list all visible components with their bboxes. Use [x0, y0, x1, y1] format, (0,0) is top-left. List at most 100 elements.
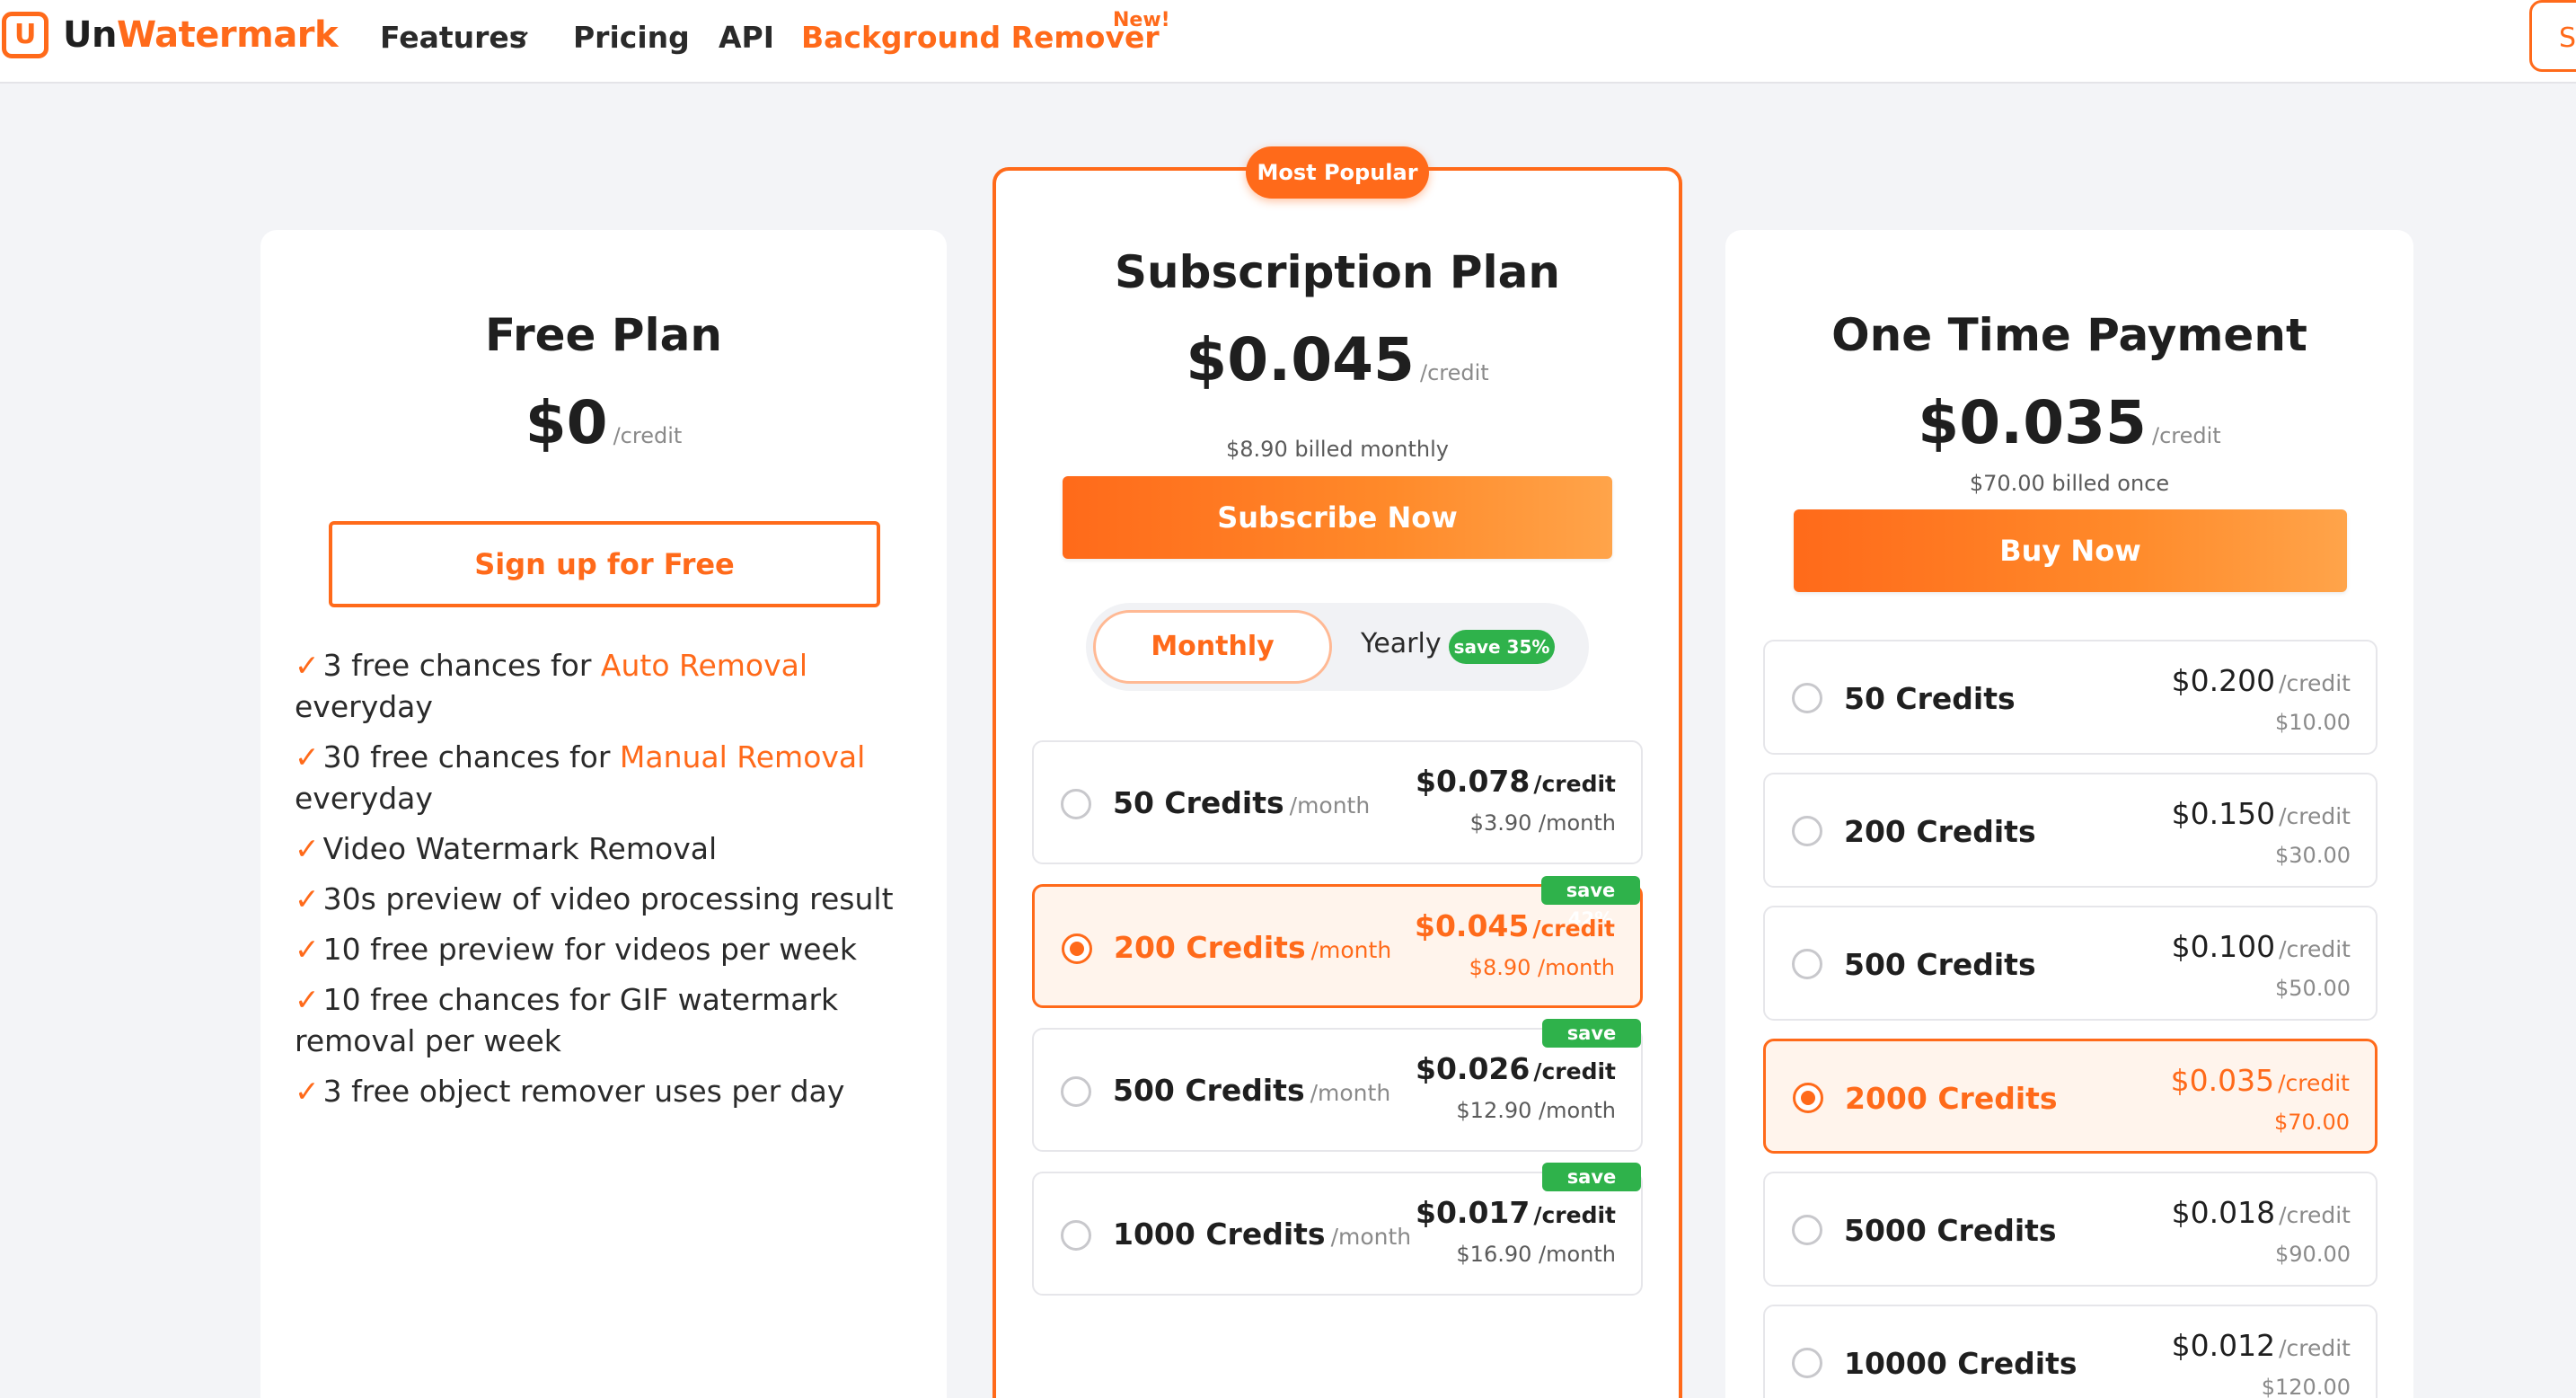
option-period: /month [1310, 1080, 1391, 1106]
feature-link-manual-removal[interactable]: Manual Removal [620, 739, 865, 774]
option-price: $0.078/credit [1416, 764, 1616, 799]
option-price-value: $0.012 [2171, 1328, 2276, 1363]
option-total: $70.00 [2274, 1110, 2350, 1135]
nav-features[interactable]: Features [380, 20, 526, 55]
option-credits: 50 Credits [1844, 681, 2016, 716]
option-price-unit: /credit [1533, 1202, 1616, 1228]
brand-name[interactable]: UnWatermark [63, 14, 339, 56]
free-plan-price: $0/credit [260, 388, 947, 457]
option-credits-text: 1000 Credits [1113, 1217, 1326, 1252]
option-monthly-total: $3.90 /month [1469, 810, 1616, 836]
subscription-option-50[interactable]: 50 Credits/month $0.078/credit $3.90 /mo… [1032, 740, 1643, 864]
option-period: /month [1330, 1224, 1412, 1250]
option-credits: 1000 Credits/month [1113, 1217, 1411, 1252]
subscription-plan-price: $0.045/credit [994, 325, 1681, 394]
feature-text: Video Watermark Removal [322, 831, 718, 866]
option-total: $50.00 [2275, 976, 2351, 1001]
feature-text: 10 free chances for GIF watermark remova… [295, 982, 839, 1058]
feature-item: ✓ 3 free chances for Auto Removal everyda… [295, 645, 923, 728]
chevron-down-icon[interactable] [509, 31, 529, 43]
subscription-price-value: $0.045 [1186, 325, 1415, 394]
option-credits: 200 Credits [1844, 814, 2036, 849]
radio-button[interactable] [1061, 789, 1091, 819]
option-monthly-total: $12.90 /month [1456, 1098, 1616, 1123]
option-credits-text: 200 Credits [1114, 930, 1306, 965]
one-time-option-200[interactable]: 200 Credits $0.150/credit $30.00 [1763, 773, 2378, 888]
subscription-option-1000[interactable]: save 78% 1000 Credits/month $0.017/credi… [1032, 1163, 1643, 1296]
check-icon: ✓ [295, 1074, 320, 1109]
feature-item: ✓ 10 free chances for GIF watermark remov… [295, 979, 923, 1062]
feature-link-auto-removal[interactable]: Auto Removal [601, 648, 807, 683]
subscription-price-unit: /credit [1419, 360, 1489, 385]
feature-text: 30 free chances for [322, 739, 620, 774]
nav-background-remover[interactable]: Background Remover [801, 20, 1160, 55]
option-price-value: $0.035 [2170, 1063, 2275, 1098]
option-price: $0.150/credit [2172, 796, 2351, 831]
top-navbar: U UnWatermark Features Pricing API Backg… [0, 0, 2576, 84]
option-price-unit: /credit [1533, 1058, 1616, 1084]
option-monthly-total: $8.90 /month [1469, 955, 1615, 980]
nav-api[interactable]: API [719, 20, 774, 55]
radio-button[interactable] [1792, 1348, 1822, 1378]
free-plan-price-value: $0 [525, 388, 608, 457]
header-cta-label: S [2559, 22, 2576, 54]
one-time-option-50[interactable]: 50 Credits $0.200/credit $10.00 [1763, 640, 2378, 755]
subscribe-now-button[interactable]: Subscribe Now [1063, 476, 1612, 559]
one-time-option-10000[interactable]: 10000 Credits $0.012/credit $120.00 [1763, 1305, 2378, 1398]
feature-text: 30s preview of video processing result [322, 881, 894, 916]
toggle-yearly[interactable]: Yearly [1361, 628, 1442, 659]
radio-button[interactable] [1792, 683, 1822, 713]
radio-button[interactable] [1792, 816, 1822, 846]
option-price-unit: /credit [2279, 670, 2351, 696]
feature-text: everyday [295, 689, 433, 724]
option-period: /month [1289, 792, 1371, 818]
feature-item: ✓ 3 free object remover uses per day [295, 1071, 923, 1112]
option-credits: 200 Credits/month [1114, 930, 1391, 965]
billing-period-toggle: Monthly Yearly save 35% [1086, 603, 1589, 691]
one-time-price-unit: /credit [2151, 423, 2221, 448]
subscription-option-200[interactable]: save 42% 200 Credits/month $0.045/credit… [1032, 876, 1643, 1008]
option-price-unit: /credit [2279, 1202, 2351, 1228]
option-price-unit: /credit [1532, 916, 1615, 942]
option-price-unit: /credit [2279, 936, 2351, 962]
option-price: $0.200/credit [2172, 663, 2351, 698]
option-price-value: $0.018 [2171, 1195, 2276, 1230]
free-plan-features: ✓ 3 free chances for Auto Removal everyda… [295, 645, 923, 1121]
option-credits: 500 Credits [1844, 947, 2036, 982]
sign-up-free-button[interactable]: Sign up for Free [329, 521, 880, 607]
logo-icon[interactable]: U [2, 12, 49, 58]
feature-item: ✓ 30s preview of video processing result [295, 879, 923, 920]
check-icon: ✓ [295, 648, 320, 683]
one-time-option-500[interactable]: 500 Credits $0.100/credit $50.00 [1763, 906, 2378, 1021]
option-monthly-total: $16.90 /month [1456, 1242, 1616, 1267]
option-price-unit: /credit [2278, 1070, 2350, 1096]
one-time-option-2000[interactable]: 2000 Credits $0.035/credit $70.00 [1763, 1039, 2378, 1154]
option-price-value: $0.100 [2171, 929, 2276, 964]
option-price-unit: /credit [2279, 1335, 2351, 1361]
buy-now-button[interactable]: Buy Now [1794, 509, 2347, 592]
radio-button[interactable] [1061, 1076, 1091, 1107]
new-badge: New! [1113, 9, 1170, 31]
feature-item: ✓ Video Watermark Removal [295, 828, 923, 870]
nav-pricing[interactable]: Pricing [573, 20, 690, 55]
option-price: $0.018/credit [2172, 1195, 2351, 1230]
option-price-value: $0.026 [1416, 1051, 1531, 1086]
option-price: $0.026/credit [1416, 1051, 1616, 1086]
one-time-option-5000[interactable]: 5000 Credits $0.018/credit $90.00 [1763, 1172, 2378, 1287]
subscription-option-500[interactable]: save 66% 500 Credits/month $0.026/credit… [1032, 1019, 1643, 1152]
radio-button[interactable] [1061, 1220, 1091, 1251]
radio-button[interactable] [1792, 1215, 1822, 1245]
most-popular-badge: Most Popular [1246, 146, 1429, 199]
radio-button-selected[interactable] [1062, 933, 1092, 964]
option-total: $90.00 [2275, 1242, 2351, 1267]
option-price-value: $0.017 [1416, 1195, 1531, 1230]
radio-button-selected[interactable] [1793, 1083, 1823, 1113]
brand-name-part-1: Un [63, 14, 117, 56]
one-time-price-value: $0.035 [1918, 388, 2147, 457]
toggle-monthly[interactable]: Monthly [1093, 610, 1332, 684]
header-signin-button[interactable]: S [2529, 0, 2576, 72]
feature-item: ✓ 30 free chances for Manual Removal ever… [295, 737, 923, 819]
radio-button[interactable] [1792, 949, 1822, 979]
yearly-save-badge: save 35% [1449, 630, 1555, 664]
feature-text: 3 free object remover uses per day [322, 1074, 845, 1109]
